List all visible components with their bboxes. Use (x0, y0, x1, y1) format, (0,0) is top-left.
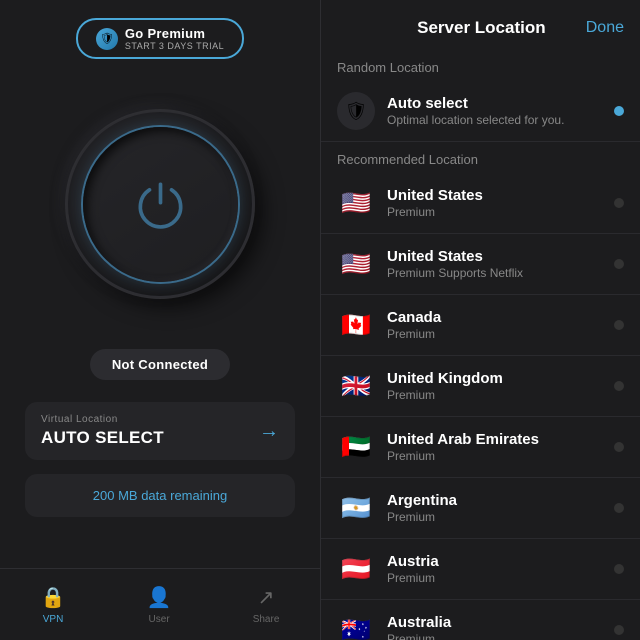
selection-dot (614, 320, 624, 330)
selection-dot (614, 625, 624, 635)
selection-dot (614, 503, 624, 513)
random-section-header: Random Location (321, 50, 640, 81)
done-button[interactable]: Done (586, 19, 624, 37)
flag-ae: 🇦🇪 (337, 428, 375, 466)
virtual-location-label: Virtual Location (41, 414, 164, 425)
location-name: Austria (387, 553, 602, 570)
selection-dot (614, 564, 624, 574)
recommended-section-header: Recommended Location (321, 142, 640, 173)
location-name: Australia (387, 614, 602, 631)
data-remaining-label: 200 MB data remaining (25, 474, 295, 517)
list-item[interactable]: 🇦🇷 Argentina Premium (321, 478, 640, 539)
premium-subtitle: START 3 DAYS TRIAL (125, 41, 224, 51)
location-name: Argentina (387, 492, 602, 509)
selected-indicator (614, 106, 624, 116)
selection-dot (614, 442, 624, 452)
selection-dot (614, 198, 624, 208)
shield-icon: 🛡 (96, 28, 118, 50)
list-item[interactable]: 🇦🇪 United Arab Emirates Premium (321, 417, 640, 478)
list-item[interactable]: 🇺🇸 United States Premium (321, 173, 640, 234)
power-icon (130, 174, 190, 234)
flag-us-2: 🇺🇸 (337, 245, 375, 283)
virtual-location-value: AUTO SELECT (41, 428, 164, 448)
flag-au: 🇦🇺 (337, 611, 375, 640)
nav-label-vpn: VPN (43, 614, 64, 625)
bottom-nav: 🔒 VPN 👤 User ↗ Share (0, 568, 320, 640)
right-panel-title: Server Location (377, 18, 586, 38)
location-list: Random Location 🛡 Auto select Optimal lo… (321, 50, 640, 640)
list-item[interactable]: 🇨🇦 Canada Premium (321, 295, 640, 356)
flag-at: 🇦🇹 (337, 550, 375, 588)
location-name: United States (387, 248, 602, 265)
location-name: United Kingdom (387, 370, 602, 387)
location-sub: Premium Supports Netflix (387, 266, 602, 280)
location-name: United Arab Emirates (387, 431, 602, 448)
power-button[interactable] (65, 109, 255, 299)
arrow-right-icon: → (259, 420, 279, 443)
flag-ca: 🇨🇦 (337, 306, 375, 344)
right-header: Server Location Done (321, 0, 640, 50)
location-name: Auto select (387, 95, 602, 112)
flag-us-1: 🇺🇸 (337, 184, 375, 222)
location-sub: Premium (387, 510, 602, 524)
location-sub: Premium (387, 571, 602, 585)
nav-label-user: User (149, 614, 170, 625)
list-item[interactable]: 🇦🇹 Austria Premium (321, 539, 640, 600)
location-sub: Optimal location selected for you. (387, 113, 602, 127)
flag-gb: 🇬🇧 (337, 367, 375, 405)
selection-dot (614, 381, 624, 391)
premium-title: Go Premium (125, 26, 205, 41)
share-icon: ↗ (258, 585, 275, 610)
virtual-location-box[interactable]: Virtual Location AUTO SELECT → (25, 402, 295, 460)
location-sub: Premium (387, 388, 602, 402)
auto-select-icon: 🛡 (337, 92, 375, 130)
power-ring (83, 127, 238, 282)
location-sub: Premium (387, 449, 602, 463)
list-item[interactable]: 🛡 Auto select Optimal location selected … (321, 81, 640, 142)
list-item[interactable]: 🇺🇸 United States Premium Supports Netfli… (321, 234, 640, 295)
list-item[interactable]: 🇦🇺 Australia Premium (321, 600, 640, 640)
nav-item-vpn[interactable]: 🔒 VPN (41, 585, 66, 625)
flag-ar: 🇦🇷 (337, 489, 375, 527)
nav-label-share: Share (253, 614, 280, 625)
nav-item-user[interactable]: 👤 User (147, 585, 172, 625)
connection-status-badge: Not Connected (90, 349, 230, 380)
location-sub: Premium (387, 632, 602, 640)
nav-item-share[interactable]: ↗ Share (253, 585, 280, 625)
right-panel: Server Location Done Random Location 🛡 A… (320, 0, 640, 640)
premium-button[interactable]: 🛡 Go Premium START 3 DAYS TRIAL (76, 18, 244, 59)
lock-icon: 🔒 (41, 585, 66, 610)
location-sub: Premium (387, 205, 602, 219)
left-panel: 🛡 Go Premium START 3 DAYS TRIAL Not Conn… (0, 0, 320, 640)
location-sub: Premium (387, 327, 602, 341)
location-name: United States (387, 187, 602, 204)
location-name: Canada (387, 309, 602, 326)
selection-dot (614, 259, 624, 269)
list-item[interactable]: 🇬🇧 United Kingdom Premium (321, 356, 640, 417)
user-icon: 👤 (147, 585, 172, 610)
